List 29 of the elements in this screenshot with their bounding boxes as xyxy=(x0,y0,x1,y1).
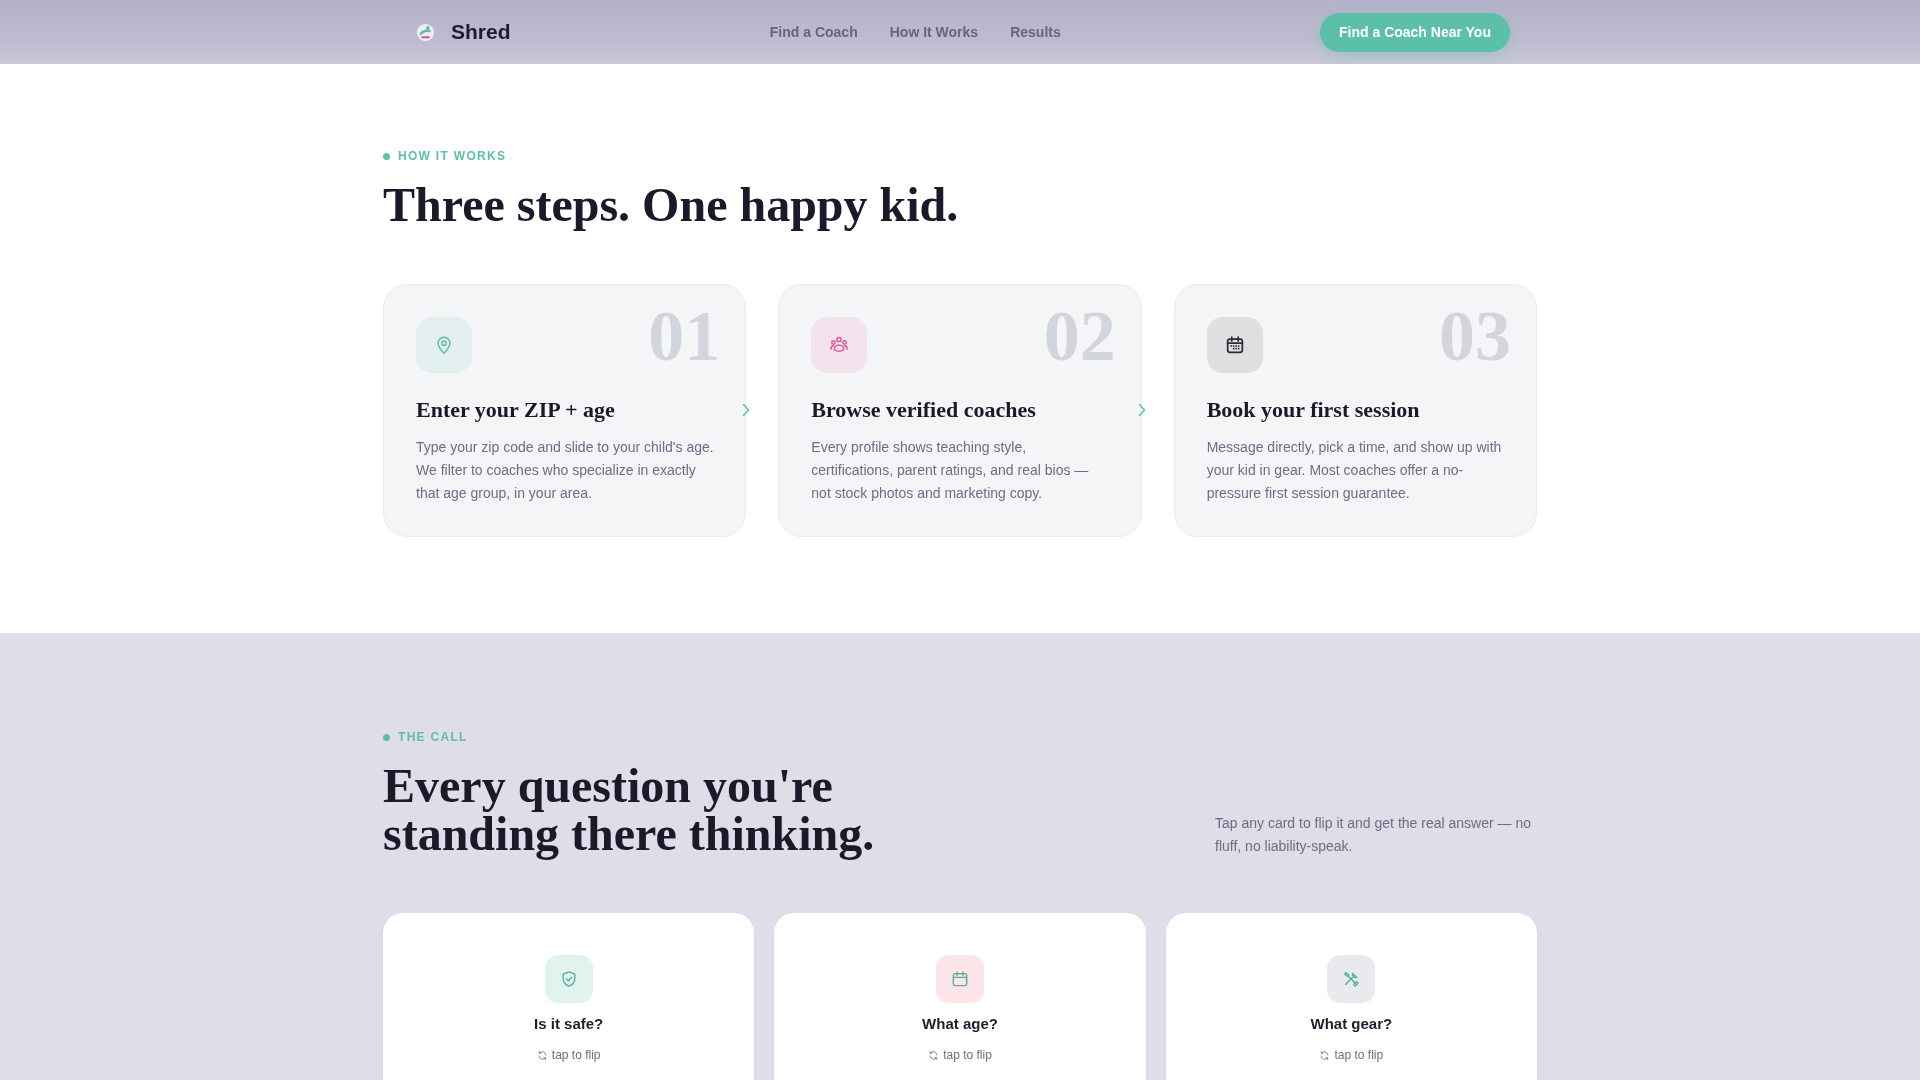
section-eyebrow: HOW IT WORKS xyxy=(398,148,507,164)
bullet-dot-icon xyxy=(383,733,390,741)
section-heading: Every question you're standing there thinking. xyxy=(383,762,876,858)
flip-hint: tap to flip xyxy=(1334,1047,1384,1063)
chevron-right-icon xyxy=(1137,403,1146,417)
refresh-icon xyxy=(536,1049,548,1061)
bullet-dot-icon xyxy=(383,152,390,160)
section-heading: Three steps. One happy kid. xyxy=(383,178,959,231)
step-description: Every profile shows teaching style, certifications, parent ratings, and real bios — not stock photos and marketing copy. xyxy=(811,438,1090,503)
card-question: What gear? xyxy=(1310,1014,1393,1034)
flip-hint: tap to flip xyxy=(943,1047,992,1063)
step-title: Browse verified coaches xyxy=(811,396,1037,424)
logo-icon[interactable] xyxy=(416,22,435,42)
step-title: Enter your ZIP + age xyxy=(416,396,616,424)
chevron-right-icon xyxy=(742,403,751,417)
flip-card[interactable]: Is it safe? tap to flip xyxy=(383,913,755,1080)
step-description: Message directly, pick a time, and show up with your kid in gear. Most coaches offer a no-pressure first session guarantee. xyxy=(1206,438,1503,503)
step-title: Book your first session xyxy=(1206,396,1421,424)
card-question: Is it safe? xyxy=(534,1014,604,1034)
intro-text: Tap any card to flip it and get the real answer — no fluff, no liability-speak. xyxy=(1215,814,1532,856)
brand-name[interactable]: Shred xyxy=(451,20,511,44)
flip-card[interactable]: What gear? tap to flip xyxy=(1165,913,1537,1080)
flip-card[interactable]: What age? tap to flip xyxy=(774,913,1146,1080)
flip-hint: tap to flip xyxy=(551,1047,601,1063)
step-description: Type your zip code and slide to your child's age. We filter to coaches who specialize in exactly that age group, in your area. xyxy=(416,438,715,503)
section-eyebrow: THE CALL xyxy=(398,729,468,745)
refresh-icon xyxy=(928,1049,940,1061)
refresh-icon xyxy=(1319,1049,1331,1061)
card-question: What age? xyxy=(922,1014,998,1034)
